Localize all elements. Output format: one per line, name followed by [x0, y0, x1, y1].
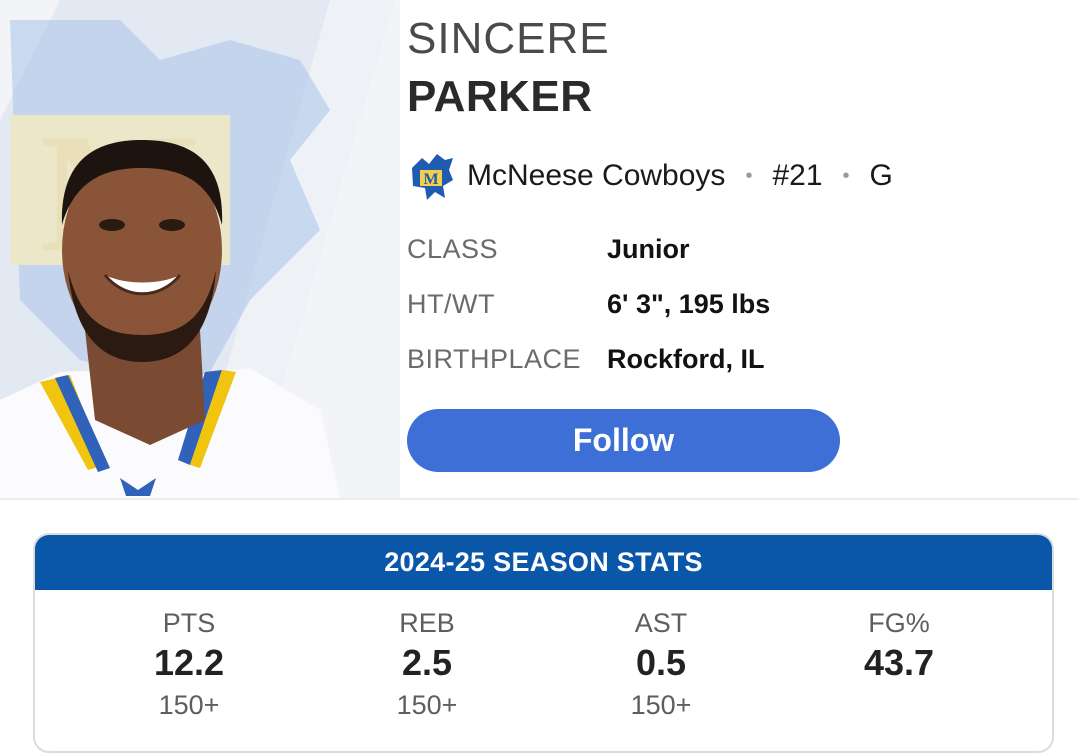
team-line: M McNeese Cowboys • #21 • G	[407, 150, 893, 202]
info-row-class: CLASS Junior	[407, 229, 690, 269]
stat-label: REB	[399, 608, 455, 638]
separator-dot: •	[745, 164, 753, 187]
info-value: 6' 3", 195 lbs	[607, 288, 771, 319]
stat-label: FG%	[868, 608, 930, 638]
stat-label: AST	[634, 608, 688, 638]
stat-ast[interactable]: AST 0.5 150+	[571, 605, 751, 725]
follow-button[interactable]: Follow	[407, 409, 840, 472]
stat-value: 12.2	[153, 642, 225, 683]
stat-rank: 150+	[396, 690, 458, 720]
stat-rank	[809, 685, 989, 725]
jersey-number: #21	[772, 159, 823, 192]
stat-rank: 150+	[158, 690, 220, 720]
svg-text:M: M	[423, 171, 438, 188]
info-value: Rockford, IL	[607, 343, 765, 374]
stat-value: 43.7	[863, 642, 935, 683]
info-label: HT/WT	[407, 288, 495, 319]
player-photo: M	[0, 0, 400, 498]
player-header: M SINCERE PARKER	[0, 0, 1079, 498]
info-value: Junior	[607, 233, 690, 264]
stats-title: 2024-25 SEASON STATS	[35, 535, 1052, 590]
info-label: BIRTHPLACE	[407, 343, 582, 374]
stat-pts[interactable]: PTS 12.2 150+	[99, 605, 279, 725]
player-last-name: PARKER	[407, 72, 593, 121]
stat-value: 0.5	[635, 642, 687, 683]
cowboy-horse-logo-icon[interactable]: M	[407, 150, 457, 202]
stat-rank: 150+	[630, 690, 692, 720]
stat-label: PTS	[162, 608, 216, 638]
stat-reb[interactable]: REB 2.5 150+	[337, 605, 517, 725]
player-first-name: SINCERE	[407, 14, 610, 63]
player-headshot: M	[0, 0, 400, 498]
stat-value: 2.5	[401, 642, 453, 683]
separator-dot: •	[842, 164, 850, 187]
divider	[0, 498, 1079, 500]
stat-fg-pct[interactable]: FG% 43.7	[809, 605, 989, 725]
info-row-birthplace: BIRTHPLACE Rockford, IL	[407, 339, 765, 379]
player-position: G	[869, 159, 893, 192]
info-label: CLASS	[407, 233, 499, 264]
team-name[interactable]: McNeese Cowboys	[467, 159, 725, 193]
info-row-height-weight: HT/WT 6' 3", 195 lbs	[407, 284, 770, 324]
season-stats-card: 2024-25 SEASON STATS PTS 12.2 150+ REB 2…	[33, 533, 1054, 753]
